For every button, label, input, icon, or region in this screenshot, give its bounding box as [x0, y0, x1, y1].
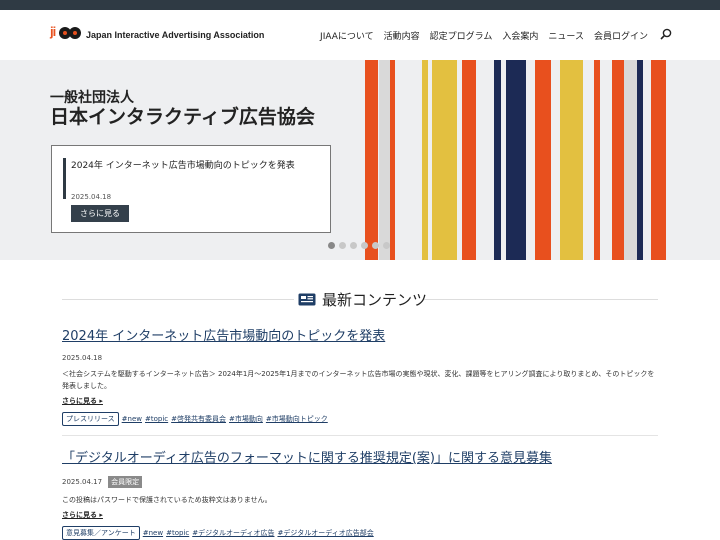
category-tag[interactable]: 意見募集／アンケート [62, 526, 140, 540]
hashtag[interactable]: #市場動向 [229, 414, 263, 424]
article-tags: 意見募集／アンケート #new #topic #デジタルオーディオ広告 #デジタ… [62, 526, 658, 540]
nav-item-member-login[interactable]: 会員ログイン [594, 29, 648, 42]
article-meta: 2025.04.17 会員限定 [62, 476, 658, 488]
search-icon[interactable] [660, 28, 672, 40]
section-title: 最新コンテンツ [298, 289, 427, 310]
article-divider [62, 435, 658, 436]
nav-item-membership[interactable]: 入会案内 [502, 29, 538, 42]
carousel-dot[interactable] [328, 242, 335, 249]
article-title[interactable]: 2024年 インターネット広告市場動向のトピックを発表 [62, 325, 658, 344]
top-bar [0, 0, 720, 10]
section-title-text: 最新コンテンツ [322, 291, 428, 309]
newspaper-icon [298, 293, 316, 306]
hashtag[interactable]: #topic [166, 529, 189, 537]
nav-item-news[interactable]: ニュース [548, 29, 584, 42]
article-item: 2024年 インターネット広告市場動向のトピックを発表 2025.04.18 ＜… [62, 325, 658, 426]
article-item: 「デジタルオーディオ広告のフォーマットに関する推奨規定(案)」に関する意見募集 … [62, 447, 658, 540]
hero-card-title[interactable]: 2024年 インターネット広告市場動向のトピックを発表 [71, 158, 295, 171]
latest-contents-heading: 最新コンテンツ [62, 289, 658, 309]
site-header: ji Japan Interactive Advertising Associa… [0, 10, 720, 60]
logo-text: Japan Interactive Advertising Associatio… [86, 30, 265, 40]
hero-banner: 一般社団法人 日本インタラクティブ広告協会 2024年 インターネット広告市場動… [0, 60, 720, 260]
article-date: 2025.04.17 [62, 478, 103, 486]
carousel-dots [328, 242, 390, 249]
hashtag[interactable]: #new [143, 529, 163, 537]
article-date: 2025.04.18 [62, 354, 103, 362]
members-only-badge: 会員限定 [108, 476, 143, 488]
carousel-dot[interactable] [339, 242, 346, 249]
article-excerpt: ＜社会システムを駆動するインターネット広告＞ 2024年1月〜2025年1月まで… [62, 370, 655, 390]
nav-item-certification[interactable]: 認定プログラム [430, 29, 493, 42]
read-more-link[interactable]: さらに見る ▸ [62, 396, 658, 406]
carousel-dot[interactable] [361, 242, 368, 249]
read-more-label: さらに見る [62, 511, 97, 519]
hero-card-date: 2025.04.18 [71, 193, 112, 201]
carousel-dot[interactable] [350, 242, 357, 249]
nav-item-about[interactable]: JIAAについて [320, 29, 374, 42]
hero-stripes-graphic [365, 60, 666, 260]
carousel-dot[interactable] [372, 242, 379, 249]
logo[interactable]: ji Japan Interactive Advertising Associa… [50, 23, 264, 47]
carousel-dot[interactable] [383, 242, 390, 249]
heading-divider [424, 299, 658, 300]
hashtag[interactable]: #デジタルオーディオ広告 [192, 528, 274, 538]
hashtag[interactable]: #topic [145, 415, 168, 423]
hashtag[interactable]: #市場動向トピック [266, 414, 328, 424]
read-more-link[interactable]: さらに見る ▸ [62, 510, 658, 520]
hero-news-card: 2024年 インターネット広告市場動向のトピックを発表 2025.04.18 さ… [51, 145, 331, 233]
heading-divider [62, 299, 294, 300]
hashtag[interactable]: #new [122, 415, 142, 423]
article-title[interactable]: 「デジタルオーディオ広告のフォーマットに関する推奨規定(案)」に関する意見募集 [62, 447, 658, 466]
card-accent-bar [63, 158, 66, 199]
jiaa-logo-icon: ji [50, 23, 82, 47]
category-tag[interactable]: プレスリリース [62, 412, 119, 426]
article-tags: プレスリリース #new #topic #啓発共有委員会 #市場動向 #市場動向… [62, 412, 658, 426]
article-excerpt: この投稿はパスワードで保護されているため抜粋文はありません。 [62, 496, 272, 504]
read-more-button[interactable]: さらに見る [71, 205, 129, 222]
main-nav: JIAAについて 活動内容 認定プログラム 入会案内 ニュース 会員ログイン [320, 29, 648, 42]
nav-item-activities[interactable]: 活動内容 [384, 29, 420, 42]
hashtag[interactable]: #デジタルオーディオ広告部会 [277, 528, 373, 538]
hero-title: 日本インタラクティブ広告協会 [50, 106, 315, 128]
read-more-label: さらに見る [62, 397, 97, 405]
hashtag[interactable]: #啓発共有委員会 [171, 414, 226, 424]
article-meta: 2025.04.18 [62, 354, 658, 362]
logo-mark-text: ji [50, 24, 56, 39]
